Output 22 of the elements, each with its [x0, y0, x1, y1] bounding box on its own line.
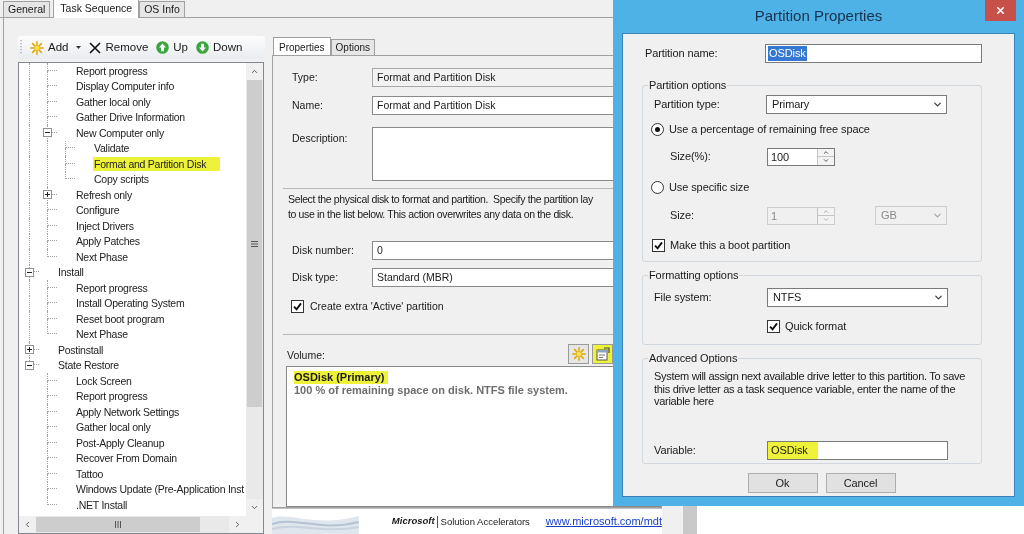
volume-detail: 100 % of remaining space on disk. NTFS file system.	[294, 383, 568, 397]
field-label: Partition type:	[653, 97, 721, 113]
field-label: Disk type:	[292, 269, 340, 285]
field-label: Partition name:	[644, 46, 719, 62]
product-name: Solution Accelerators	[436, 515, 530, 528]
group-title: Advanced Options	[648, 351, 739, 365]
field-label: Description:	[292, 131, 349, 146]
checkbox-label: Create extra 'Active' partition	[310, 299, 444, 314]
checkbox-label: Make this a boot partition	[670, 239, 791, 252]
field-label: File system:	[653, 290, 713, 306]
radio-label: Use specific size	[669, 181, 750, 194]
field-label: Name:	[292, 97, 324, 113]
volume-label: Volume:	[287, 347, 325, 363]
field-label: Size:	[669, 208, 695, 224]
field-label: Disk number:	[292, 242, 355, 258]
field-label: Size(%):	[669, 149, 712, 165]
instruction-text: Select the physical disk to format and partition. Specify the partition lay to use in the list below. This action overwrites any data on the disk.	[288, 192, 593, 222]
checkbox-label: Quick format	[785, 320, 847, 333]
brand-logo: Microsoft	[391, 514, 435, 529]
field-label: Type:	[292, 69, 319, 85]
dialog-title: Partition Properties	[754, 6, 883, 27]
radio-label: Use a percentage of remaining free space	[669, 123, 870, 136]
